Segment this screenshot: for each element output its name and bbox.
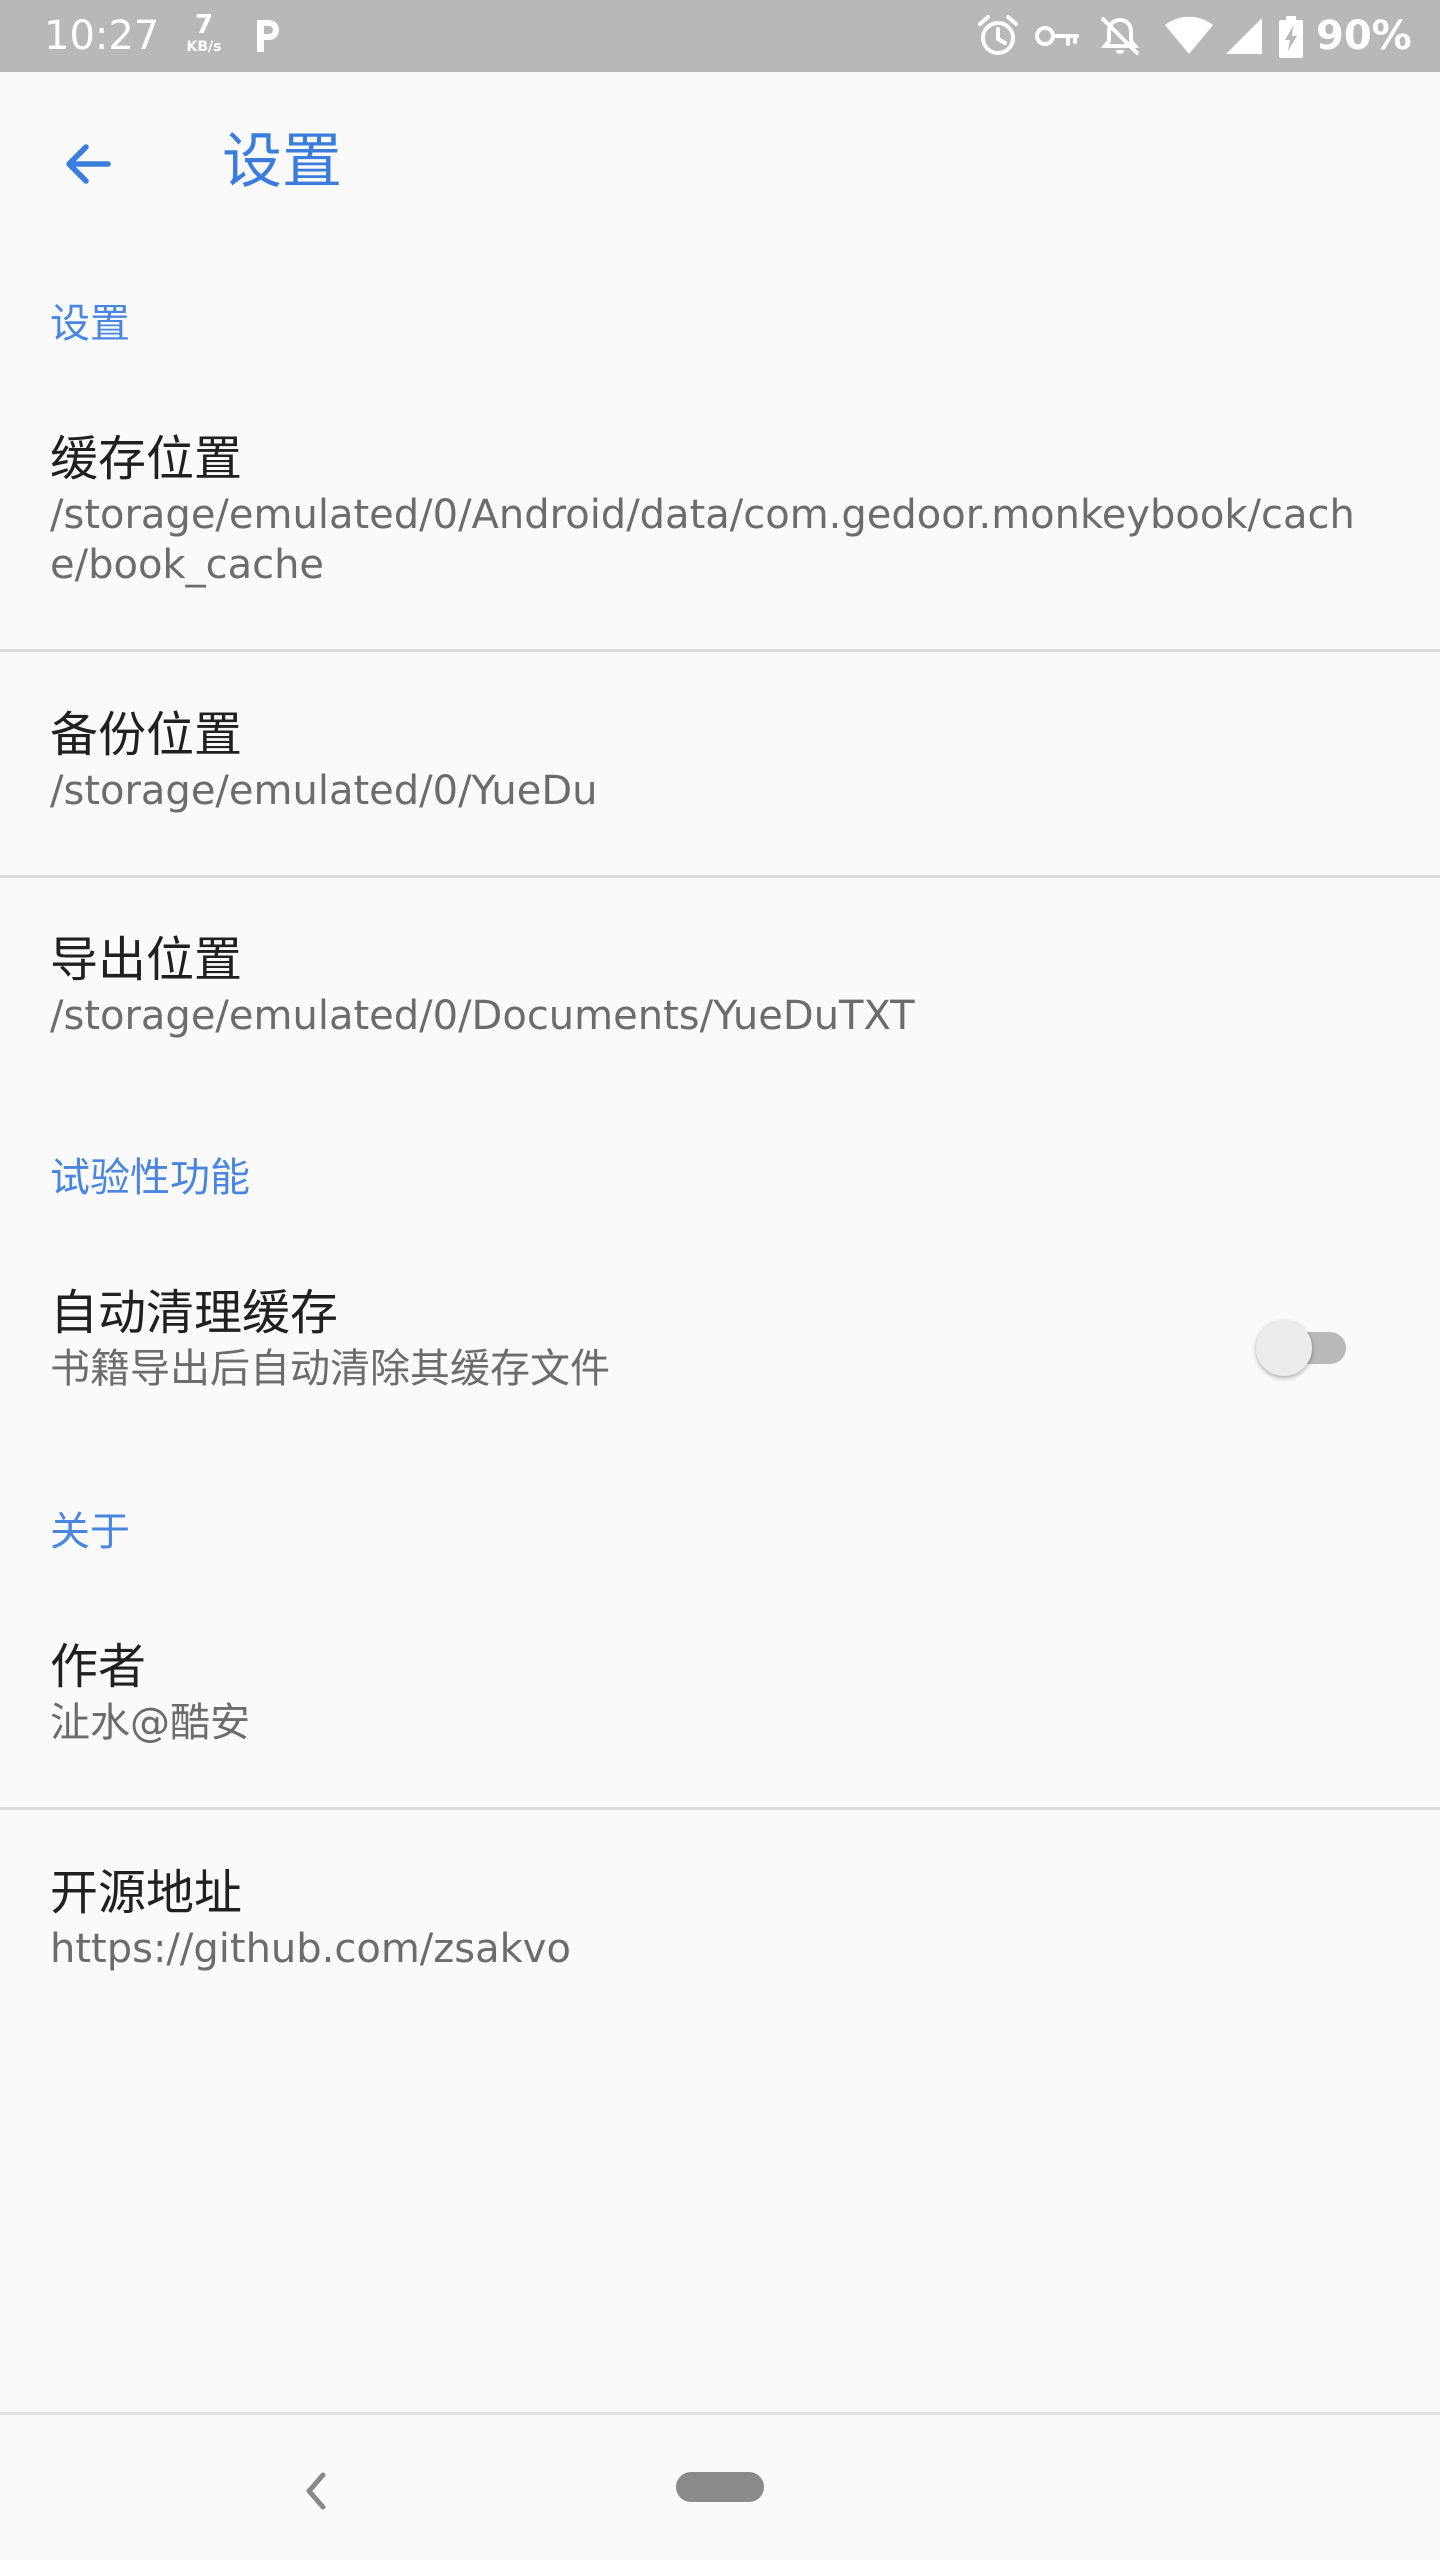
p-icon <box>252 18 284 58</box>
switch-thumb <box>1256 1320 1312 1376</box>
pref-author-summary: 沚水@酷安 <box>50 1700 250 1746</box>
settings-screen: 10:27 7 KB/s 90% 设置 设置 缓存位置 /storage/emu… <box>0 0 1440 2560</box>
pref-backup-location-summary: /storage/emulated/0/YueDu <box>50 768 598 814</box>
back-button[interactable] <box>40 116 136 212</box>
pref-cache-location[interactable]: 缓存位置 /storage/emulated/0/Android/data/co… <box>0 428 1440 590</box>
pref-author-title: 作者 <box>50 1639 147 1695</box>
divider <box>0 1807 1440 1810</box>
section-header-about: 关于 <box>50 1509 130 1555</box>
pref-backup-location-title: 备份位置 <box>50 707 243 763</box>
pref-source-url-title: 开源地址 <box>50 1865 243 1921</box>
pref-author[interactable]: 作者 沚水@酷安 <box>0 1636 1440 1748</box>
arrow-left-icon <box>66 144 111 184</box>
section-header-settings: 设置 <box>50 301 130 347</box>
pref-source-url-summary: https://github.com/zsakvo <box>50 1926 571 1972</box>
navigation-bar <box>0 2412 1440 2560</box>
section-header-experimental: 试验性功能 <box>50 1155 250 1201</box>
auto-clean-cache-switch[interactable] <box>1256 1316 1360 1380</box>
nav-back-button[interactable] <box>276 2451 356 2531</box>
chevron-left-icon <box>306 2472 326 2510</box>
pref-cache-location-title: 缓存位置 <box>50 431 243 487</box>
network-speed-unit: KB/s <box>186 39 222 55</box>
home-pill-icon[interactable] <box>676 2472 764 2502</box>
pref-export-location-summary: /storage/emulated/0/Documents/YueDuTXT <box>50 993 915 1039</box>
network-speed-value: 7 <box>194 10 214 40</box>
pref-export-location-title: 导出位置 <box>50 932 243 988</box>
page-title: 设置 <box>222 127 342 197</box>
pref-source-url[interactable]: 开源地址 https://github.com/zsakvo <box>0 1862 1440 1974</box>
status-time: 10:27 <box>44 13 160 59</box>
pref-cache-location-summary: /storage/emulated/0/Android/data/com.ged… <box>50 492 1355 588</box>
divider <box>0 875 1440 878</box>
divider <box>0 649 1440 652</box>
toolbar: 设置 <box>0 72 1440 248</box>
status-bar: 10:27 7 KB/s 90% <box>0 0 1440 72</box>
network-speed: 7 KB/s <box>180 12 228 56</box>
pref-auto-clean-cache[interactable]: 自动清理缓存 书籍导出后自动清除其缓存文件 <box>0 1282 1440 1394</box>
pref-export-location[interactable]: 导出位置 /storage/emulated/0/Documents/YueDu… <box>0 929 1440 1041</box>
pref-auto-clean-cache-title: 自动清理缓存 <box>50 1285 339 1341</box>
pref-backup-location[interactable]: 备份位置 /storage/emulated/0/YueDu <box>0 704 1440 816</box>
battery-percent: 90% <box>1316 13 1412 59</box>
pref-auto-clean-cache-summary: 书籍导出后自动清除其缓存文件 <box>50 1346 610 1392</box>
